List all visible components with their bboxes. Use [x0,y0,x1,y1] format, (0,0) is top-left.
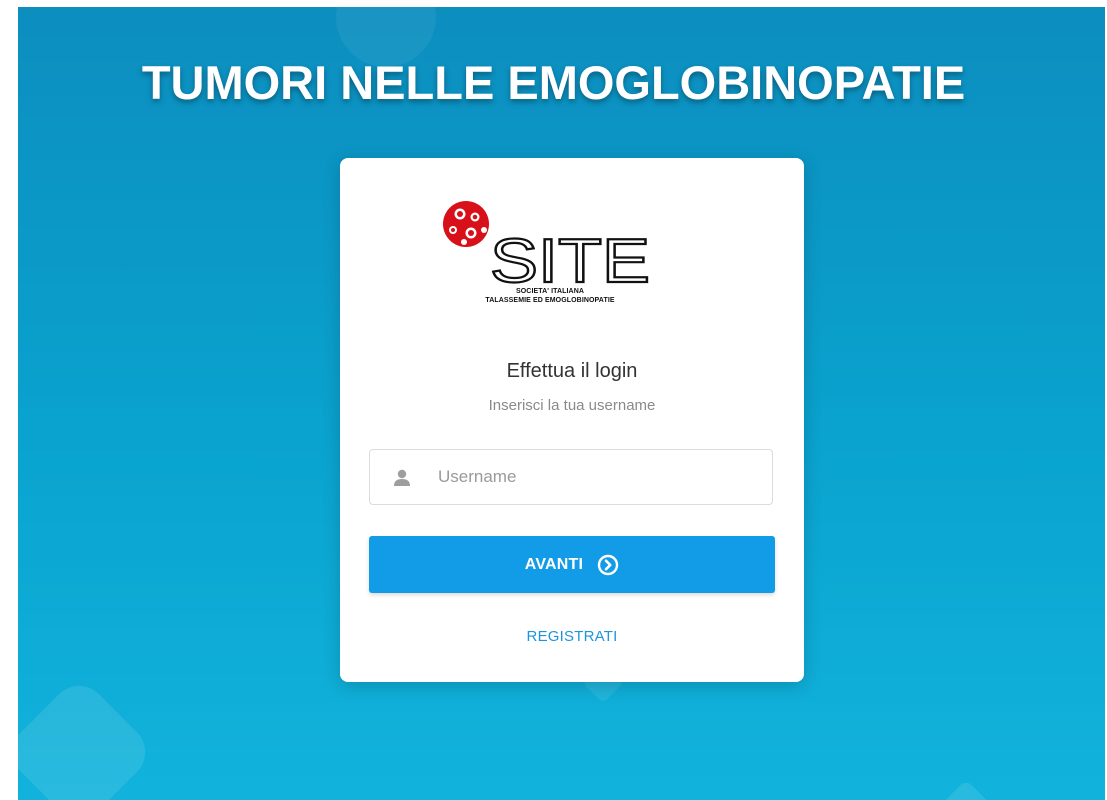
register-link[interactable]: REGISTRATI [340,628,804,645]
username-field[interactable] [369,449,773,505]
circle-chevron-right-icon [597,554,619,576]
next-button-label: AVANTI [524,555,584,573]
site-logo: SITE SOCIETA' ITALIANA TALASSEMIE ED EMO… [440,194,660,314]
logo-subtitle: SOCIETA' ITALIANA [515,288,585,295]
background-decoration [940,779,992,800]
login-subheading: Inserisci la tua username [488,397,656,414]
background-decoration [18,674,157,800]
logo-subtitle: TALASSEMIE ED EMOGLOBINOPATIE [485,297,615,304]
user-icon [392,468,412,488]
site-logo-graphic: SITE [443,201,651,297]
username-input[interactable] [438,450,758,504]
login-heading: Effettua il login [506,360,638,382]
next-button[interactable]: AVANTI [369,536,775,593]
login-card: SITE SOCIETA' ITALIANA TALASSEMIE ED EMO… [340,158,804,682]
page-title: TUMORI NELLE EMOGLOBINOPATIE [141,56,966,109]
logo-wordmark: SITE [490,227,650,289]
